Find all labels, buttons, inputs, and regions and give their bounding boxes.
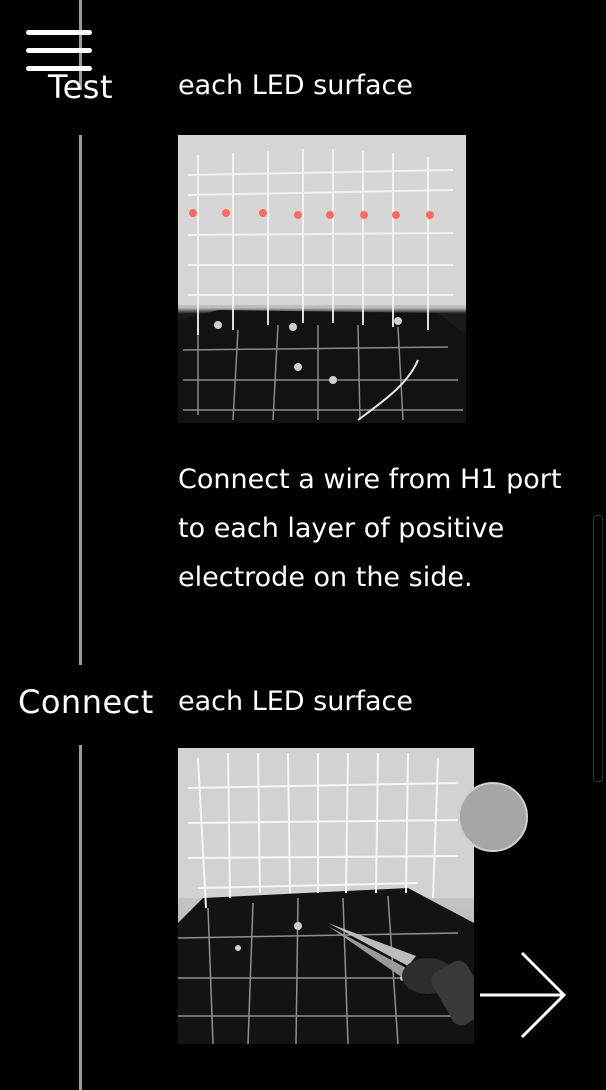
arrow-right-icon[interactable] xyxy=(476,948,570,1042)
led-cube-lit-illustration xyxy=(178,135,466,423)
timeline-line-middle xyxy=(79,135,82,665)
hamburger-menu-icon[interactable] xyxy=(26,30,92,86)
step-description-test: Connect a wire from H1 port to each laye… xyxy=(178,464,562,593)
led-cube-soldering-illustration xyxy=(178,748,474,1044)
step-label-connect: Connect xyxy=(18,683,154,721)
scrollbar-track[interactable] xyxy=(593,515,603,782)
step-photo-test xyxy=(178,135,466,423)
scroll-handle-circle[interactable] xyxy=(458,782,528,852)
timeline-line-bottom xyxy=(79,745,82,1090)
step-photo-connect xyxy=(178,748,474,1044)
step-subtitle-test: each LED surface xyxy=(178,70,413,101)
step-subtitle-connect: each LED surface xyxy=(178,686,413,717)
